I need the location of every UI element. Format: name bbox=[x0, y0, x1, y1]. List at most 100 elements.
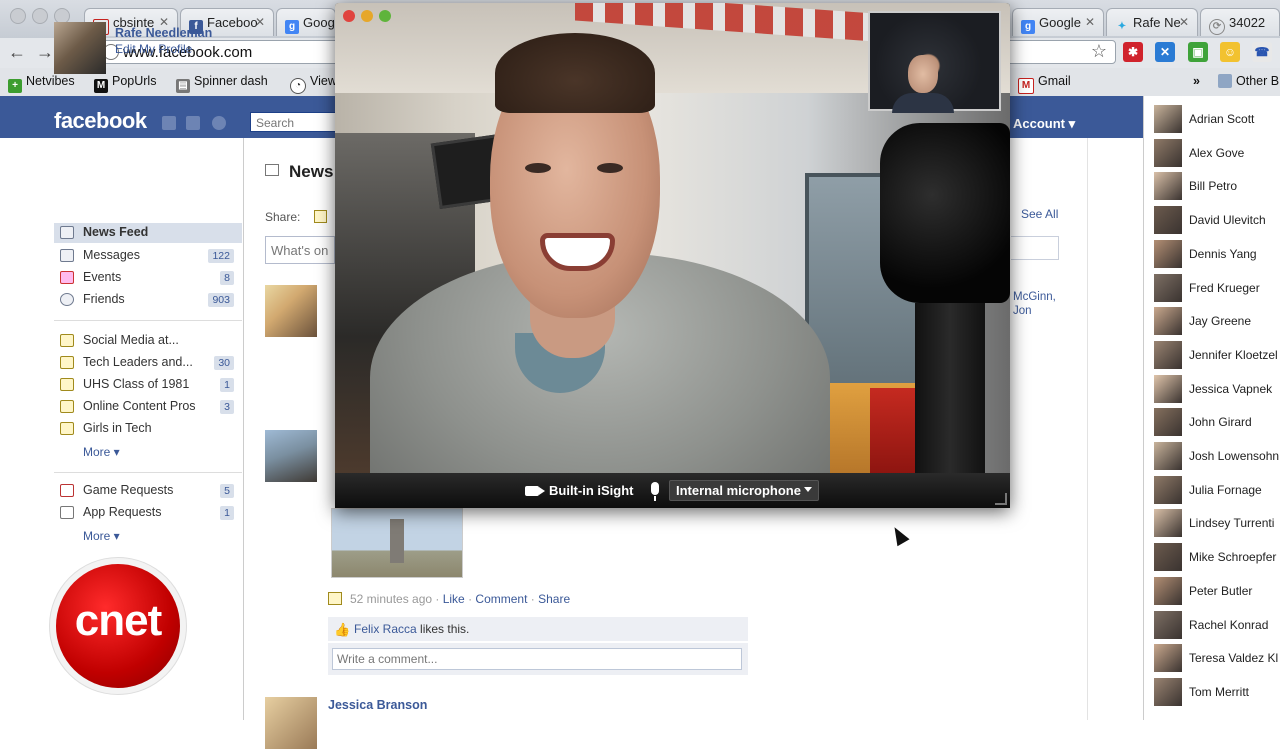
back-icon[interactable]: ← bbox=[8, 42, 26, 62]
camera-label[interactable]: Built-in iSight bbox=[549, 483, 633, 498]
sidebar-item-game-requests[interactable]: Game Requests 5 bbox=[54, 481, 242, 501]
friend-item[interactable]: Peter Butler bbox=[1154, 576, 1280, 607]
comment-input[interactable]: Write a comment... bbox=[332, 648, 742, 670]
sidebar-item-messages[interactable]: Messages 122 bbox=[54, 246, 242, 266]
extension-blue-icon[interactable]: ✕ bbox=[1155, 42, 1175, 62]
sidebar-item-app-requests[interactable]: App Requests 1 bbox=[54, 503, 242, 523]
friend-name: Teresa Valdez Kl bbox=[1189, 651, 1279, 666]
count-badge: 903 bbox=[208, 293, 234, 307]
bookmark-netvibes[interactable]: + Netvibes bbox=[8, 74, 75, 93]
account-menu[interactable]: Account ▾ bbox=[1013, 116, 1075, 132]
extension-yellow-icon[interactable]: ☺ bbox=[1220, 42, 1240, 62]
avatar[interactable] bbox=[265, 285, 317, 337]
forward-icon[interactable]: → bbox=[36, 42, 54, 62]
sidebar-item-friends[interactable]: Friends 903 bbox=[54, 290, 242, 310]
post-author[interactable]: Jessica Branson bbox=[328, 698, 427, 712]
comment-link[interactable]: Comment bbox=[475, 592, 527, 606]
status-icon[interactable] bbox=[314, 210, 327, 223]
friend-item[interactable]: Lindsey Turrenti bbox=[1154, 509, 1280, 539]
sidebar-item-news-feed[interactable]: News Feed bbox=[54, 223, 242, 243]
friend-name: Lindsey Turrenti bbox=[1189, 516, 1275, 531]
sidebar-item-group[interactable]: UHS Class of 1981 1 bbox=[54, 375, 242, 395]
star-icon[interactable]: ☆ bbox=[1091, 41, 1107, 62]
friend-item[interactable]: Jay Greene bbox=[1154, 307, 1280, 337]
share-link[interactable]: Share bbox=[538, 592, 570, 606]
search-input[interactable]: Search bbox=[250, 112, 340, 132]
profile-name[interactable]: Rafe Needleman bbox=[115, 26, 212, 40]
edit-profile-link[interactable]: Edit My Profile bbox=[115, 42, 192, 56]
friend-item[interactable]: Teresa Valdez Kl bbox=[1154, 644, 1280, 674]
bookmark-spinner[interactable]: ▤ Spinner dash bbox=[176, 74, 268, 93]
facebook-logo[interactable]: facebook bbox=[54, 108, 147, 134]
microphone-select[interactable]: Internal microphone bbox=[669, 480, 819, 501]
bookmark-view[interactable]: ◔ View bbox=[290, 74, 337, 94]
post-photo[interactable] bbox=[331, 508, 463, 578]
video-zoom-button[interactable] bbox=[379, 10, 391, 22]
friend-item[interactable]: Tom Merritt bbox=[1154, 677, 1280, 708]
friend-requests-icon[interactable] bbox=[162, 116, 176, 130]
friend-item[interactable]: Alex Gove bbox=[1154, 138, 1280, 169]
browser-tab-twitter[interactable]: ✦ Rafe Ne ✕ bbox=[1106, 8, 1198, 36]
microphone-label: Internal microphone bbox=[676, 483, 801, 498]
friend-item[interactable]: Bill Petro bbox=[1154, 172, 1280, 202]
sidebar-item-label: Girls in Tech bbox=[83, 421, 152, 435]
avatar[interactable] bbox=[265, 430, 317, 482]
bookmark-popurls[interactable]: M PopUrls bbox=[94, 74, 156, 93]
friend-item[interactable]: Mike Schroepfer bbox=[1154, 543, 1280, 573]
see-all-link[interactable]: See All bbox=[1021, 207, 1058, 221]
tab-label: Faceboo bbox=[207, 15, 258, 30]
count-badge: 30 bbox=[214, 356, 234, 370]
close-icon[interactable]: ✕ bbox=[1085, 15, 1095, 29]
extension-green-icon[interactable]: ▣ bbox=[1188, 42, 1208, 62]
friend-name: Adrian Scott bbox=[1189, 112, 1255, 126]
avatar bbox=[1154, 172, 1182, 201]
friend-item[interactable]: David Ulevitch bbox=[1154, 206, 1280, 236]
friend-item[interactable]: Fred Krueger bbox=[1154, 273, 1280, 304]
resize-handle[interactable] bbox=[995, 493, 1007, 505]
close-icon[interactable]: ✕ bbox=[1179, 15, 1189, 29]
close-icon[interactable]: ✕ bbox=[255, 15, 265, 29]
sidebar-item-group[interactable]: Tech Leaders and... 30 bbox=[54, 353, 242, 373]
video-close-button[interactable] bbox=[343, 10, 355, 22]
video-chat-window[interactable]: Built-in iSight Internal microphone bbox=[335, 3, 1010, 508]
messages-icon[interactable] bbox=[186, 116, 200, 130]
self-view-video[interactable] bbox=[868, 11, 1001, 113]
bookmarks-overflow-button[interactable]: » bbox=[1193, 74, 1200, 88]
browser-tab-google-2[interactable]: g Google ✕ bbox=[1012, 8, 1104, 36]
liker-name[interactable]: Felix Racca bbox=[354, 622, 417, 636]
share-label: Share: bbox=[265, 210, 301, 224]
like-link[interactable]: Like bbox=[443, 592, 465, 606]
more-groups-link[interactable]: More ▾ bbox=[83, 445, 120, 459]
sidebar-item-group[interactable]: Girls in Tech bbox=[54, 419, 242, 439]
sidebar-item-events[interactable]: Events 8 bbox=[54, 268, 242, 288]
friend-item[interactable]: Jennifer Kloetzel bbox=[1154, 340, 1280, 371]
avatar[interactable] bbox=[265, 697, 317, 749]
mention-link[interactable]: McGinn, Jon bbox=[1013, 290, 1056, 318]
browser-tab-page[interactable]: ⟳ 34022 bbox=[1200, 8, 1280, 36]
friend-item[interactable]: Julia Fornage bbox=[1154, 475, 1280, 506]
bookmark-label: Spinner dash bbox=[194, 74, 268, 88]
sidebar-item-group[interactable]: Social Media at... bbox=[54, 331, 242, 351]
video-minimize-button[interactable] bbox=[361, 10, 373, 22]
video-background bbox=[915, 303, 985, 473]
sidebar-item-group[interactable]: Online Content Pros 3 bbox=[54, 397, 242, 417]
bookmark-gmail[interactable]: M Gmail bbox=[1018, 74, 1071, 94]
window-minimize-button[interactable] bbox=[32, 8, 48, 24]
status-input[interactable]: What's on bbox=[265, 236, 335, 264]
friend-item[interactable]: Jessica Vapnek bbox=[1154, 374, 1280, 405]
window-close-button[interactable] bbox=[10, 8, 26, 24]
avatar[interactable] bbox=[54, 22, 106, 74]
friend-item[interactable]: Josh Lowensohn bbox=[1154, 442, 1280, 472]
notifications-icon[interactable] bbox=[212, 116, 226, 130]
friend-item[interactable]: Adrian Scott bbox=[1154, 105, 1280, 135]
friend-item[interactable]: John Girard bbox=[1154, 408, 1280, 438]
browser-tab-google[interactable]: g Google bbox=[276, 8, 336, 36]
friend-item[interactable]: Rachel Konrad bbox=[1154, 610, 1280, 641]
more-apps-link[interactable]: More ▾ bbox=[83, 529, 120, 543]
extension-phone-icon[interactable]: ☎ bbox=[1252, 42, 1272, 62]
friend-item[interactable]: Dennis Yang bbox=[1154, 239, 1280, 270]
friend-name: Mike Schroepfer bbox=[1189, 550, 1277, 565]
extension-red-icon[interactable]: ✱ bbox=[1123, 42, 1143, 62]
twitter-icon: ✦ bbox=[1117, 21, 1127, 32]
bookmark-other[interactable]: Other B bbox=[1218, 74, 1279, 88]
